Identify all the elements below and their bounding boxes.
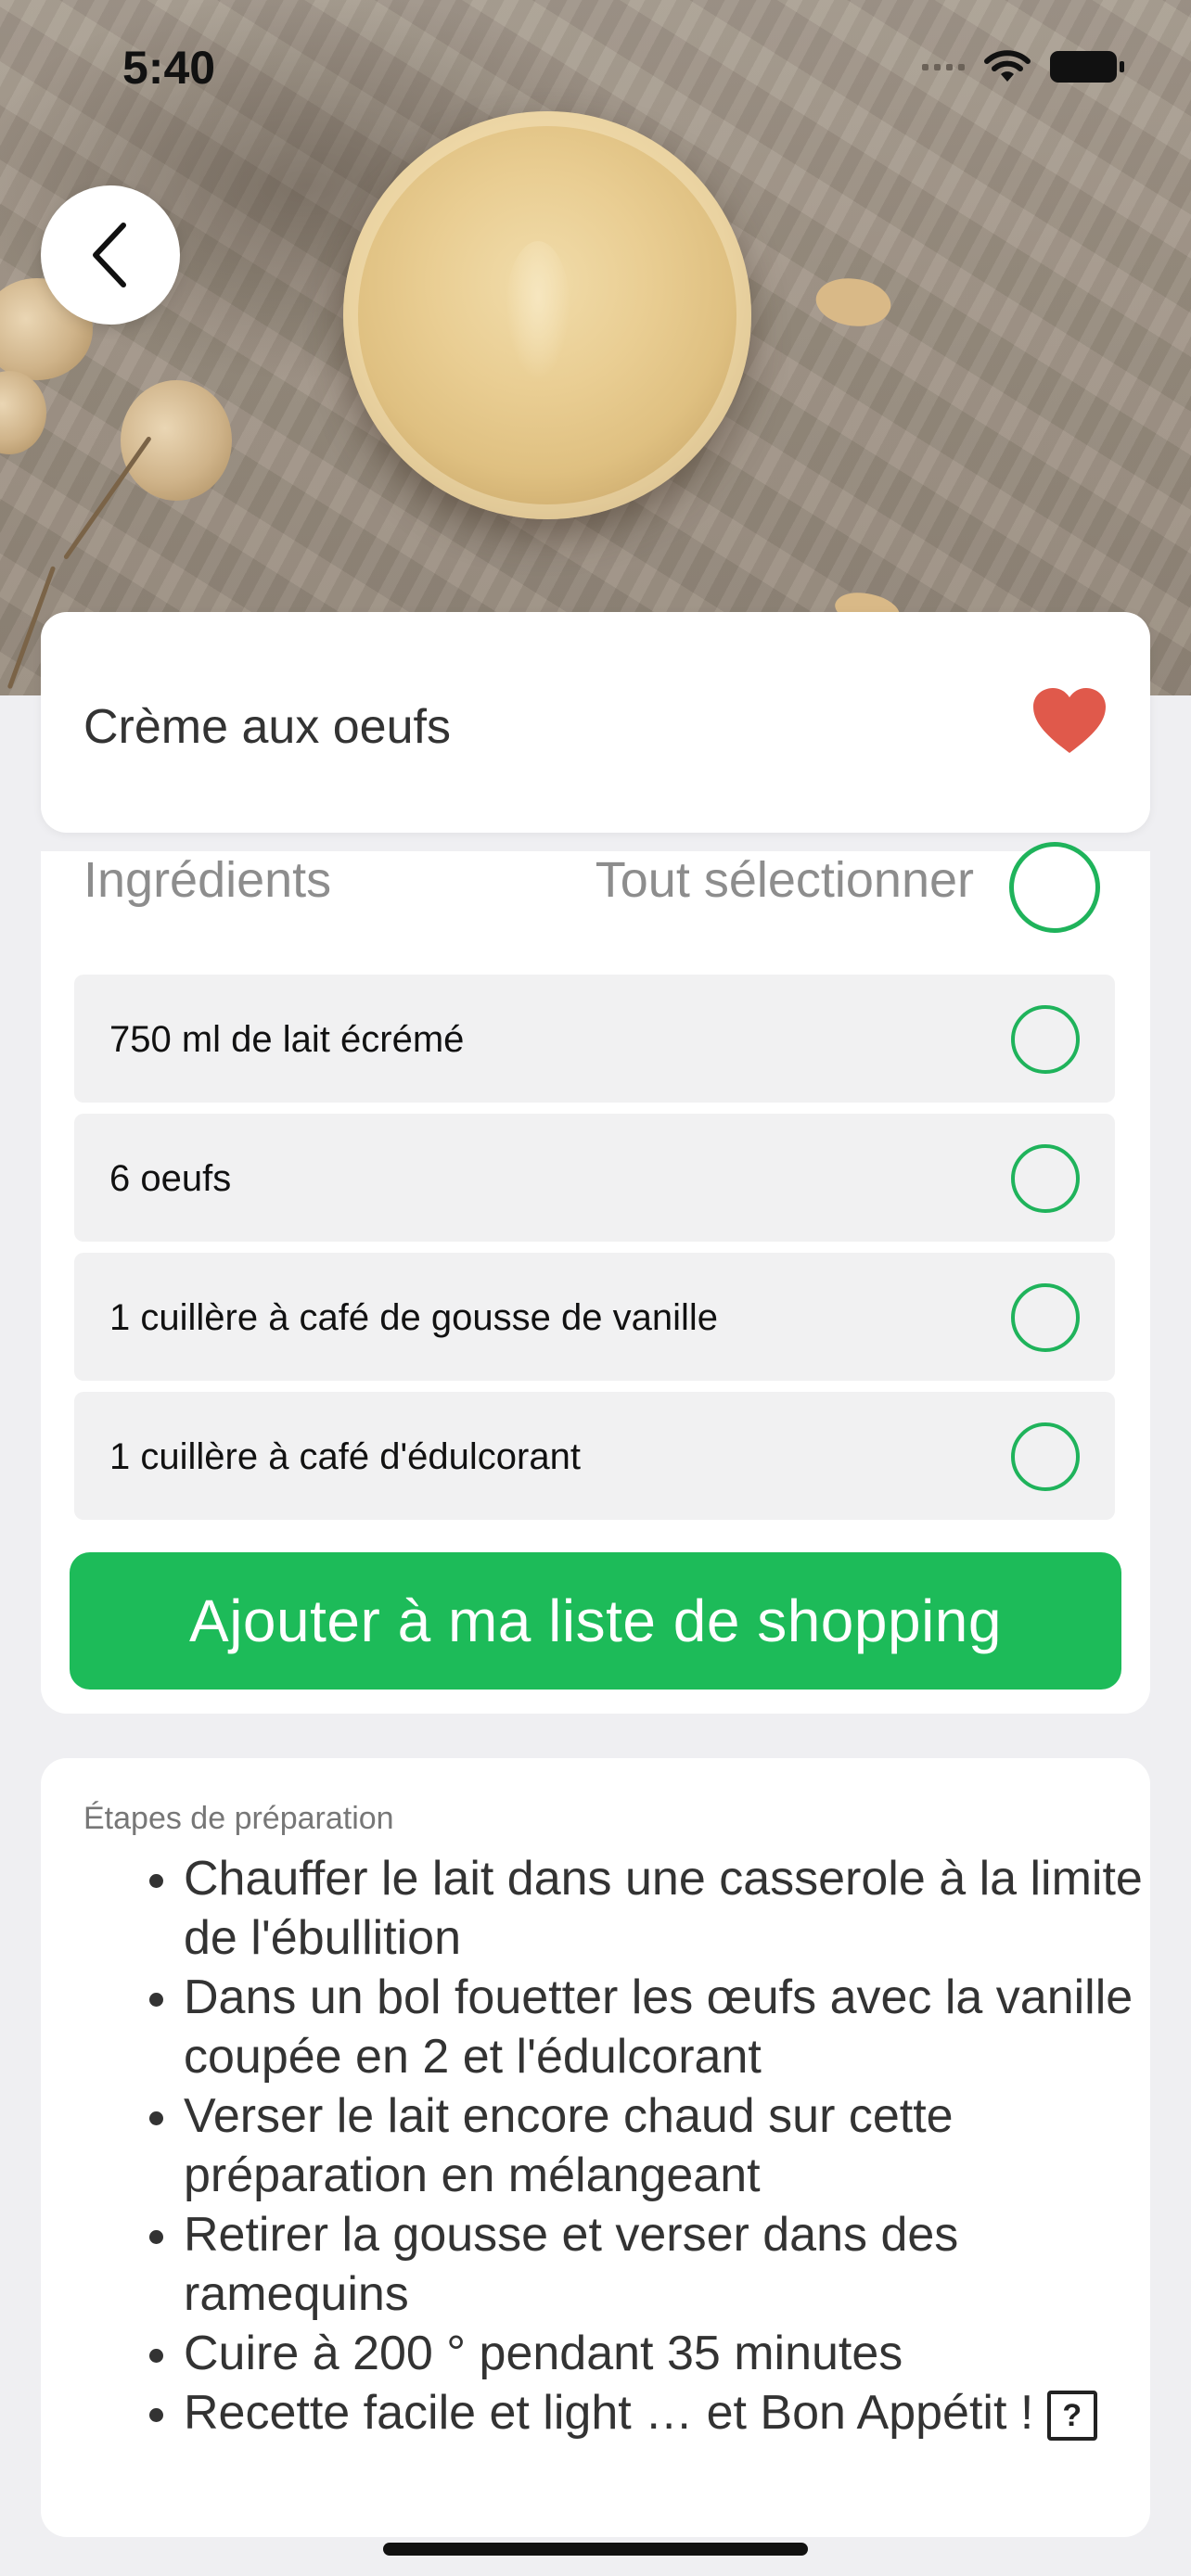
step-item: Cuire à 200 ° pendant 35 minutes xyxy=(184,2324,1191,2383)
steps-list: Chauffer le lait dans une casserole à la… xyxy=(106,1849,1191,2442)
back-button[interactable] xyxy=(41,185,180,325)
recipe-title: Crème aux oeufs xyxy=(83,700,451,754)
dried-petal xyxy=(810,267,897,338)
signal-icon xyxy=(922,63,965,70)
dried-flower xyxy=(0,371,46,454)
dessert-jar-photo xyxy=(343,111,751,519)
ingredient-row[interactable]: 750 ml de lait écrémé xyxy=(74,975,1115,1103)
ingredient-checkbox[interactable] xyxy=(1011,1283,1080,1352)
step-item-last: Recette facile et light … et Bon Appétit… xyxy=(184,2383,1191,2442)
ingredient-checkbox[interactable] xyxy=(1011,1422,1080,1491)
back-chevron-icon xyxy=(93,223,126,287)
step-item: Retirer la gousse et verser dans des ram… xyxy=(184,2205,1191,2324)
home-indicator xyxy=(383,2543,808,2556)
ingredient-row[interactable]: 1 cuillère à café de gousse de vanille xyxy=(74,1253,1115,1381)
step-item: Dans un bol fouetter les œufs avec la va… xyxy=(184,1968,1191,2086)
dried-flower xyxy=(121,380,232,501)
heart-icon xyxy=(1033,688,1106,753)
select-all-checkbox[interactable] xyxy=(1009,842,1100,933)
ingredient-label: 6 oeufs xyxy=(109,1158,232,1199)
wifi-icon xyxy=(984,50,1031,82)
unknown-glyph-icon: ? xyxy=(1046,2391,1097,2442)
ingredient-label: 1 cuillère à café de gousse de vanille xyxy=(109,1297,718,1338)
status-icons xyxy=(922,48,1124,85)
ingredient-checkbox[interactable] xyxy=(1011,1005,1080,1074)
step-item: Chauffer le lait dans une casserole à la… xyxy=(184,1849,1191,1968)
steps-label: Étapes de préparation xyxy=(83,1801,394,1836)
recipe-title-card: Crème aux oeufs xyxy=(41,612,1150,833)
status-time: 5:40 xyxy=(122,42,216,94)
step-item: Verser le lait encore chaud sur cette pr… xyxy=(184,2086,1191,2205)
ingredient-row[interactable]: 1 cuillère à café d'édulcorant xyxy=(74,1392,1115,1520)
battery-icon xyxy=(1050,51,1124,83)
recipe-hero-image xyxy=(0,0,1191,695)
favorite-button[interactable] xyxy=(1031,686,1108,759)
ingredient-label: 1 cuillère à café d'édulcorant xyxy=(109,1436,581,1477)
ingredient-label: 750 ml de lait écrémé xyxy=(109,1019,465,1060)
ingredient-row[interactable]: 6 oeufs xyxy=(74,1114,1115,1242)
step-item-text: Recette facile et light … et Bon Appétit… xyxy=(184,2386,1034,2440)
ingredient-checkbox[interactable] xyxy=(1011,1144,1080,1213)
ingredients-header: Ingrédients xyxy=(83,852,332,908)
add-to-shopping-list-button[interactable]: Ajouter à ma liste de shopping xyxy=(70,1552,1121,1690)
ingredients-card: Ingrédients Tout sélectionner 750 ml de … xyxy=(41,842,1150,1714)
preparation-steps-card: Étapes de préparation Chauffer le lait d… xyxy=(41,1758,1150,2537)
flower-stem xyxy=(62,436,152,560)
select-all-label: Tout sélectionner xyxy=(595,852,974,908)
